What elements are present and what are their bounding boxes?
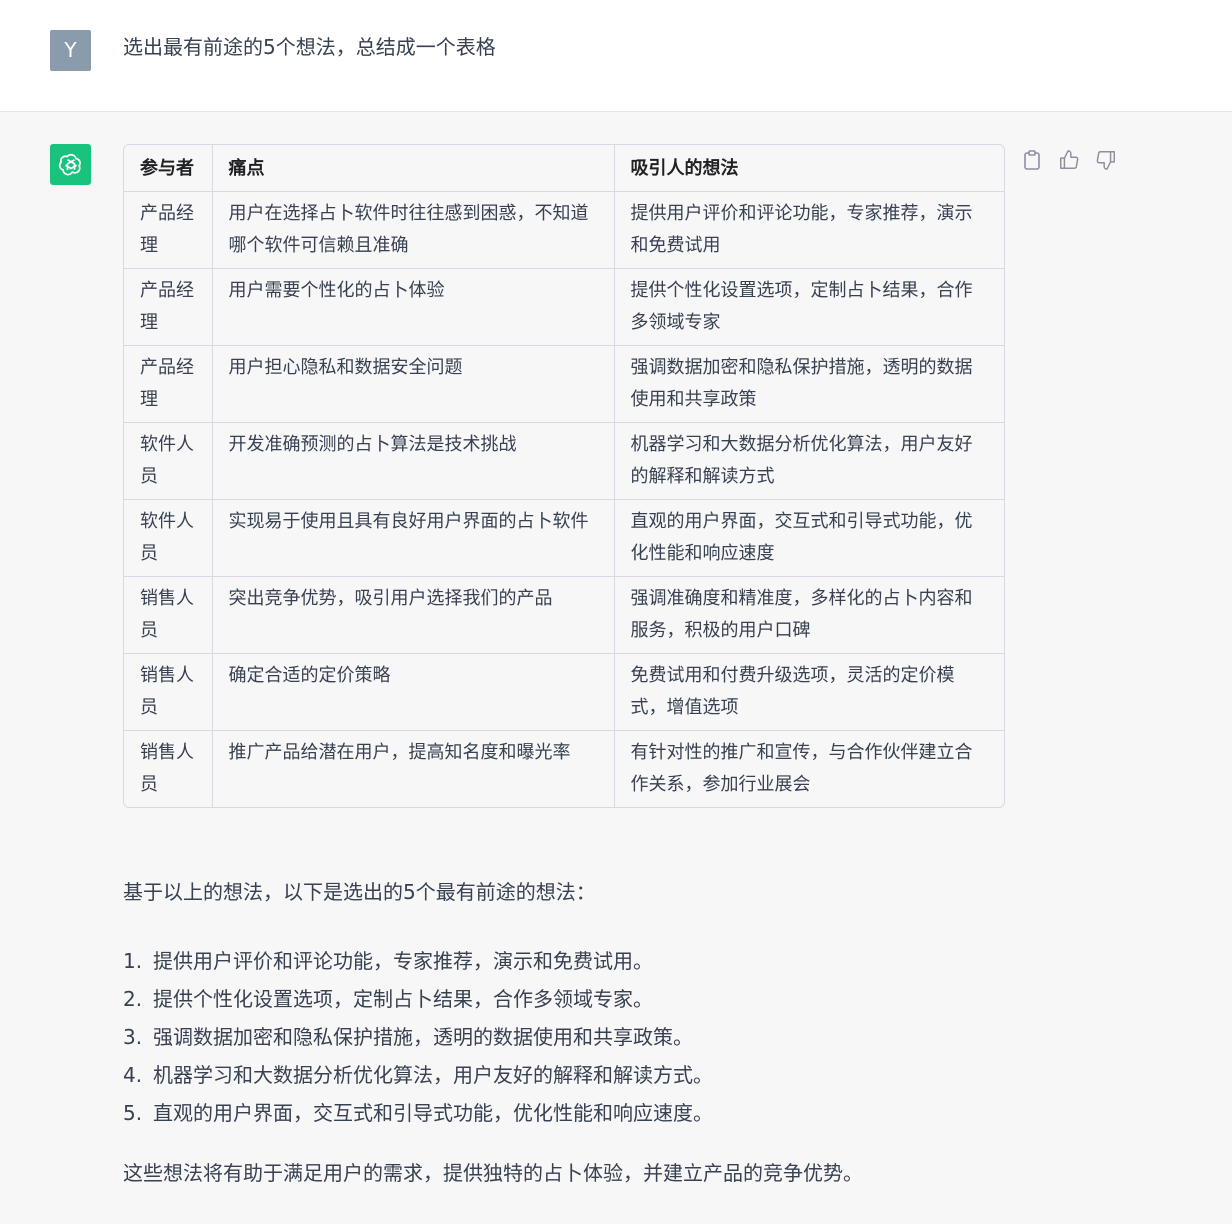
table-cell: 用户担心隐私和数据安全问题 (212, 345, 615, 423)
table-row: 销售人员 突出竞争优势，吸引用户选择我们的产品 强调准确度和精准度，多样化的占卜… (124, 576, 1004, 654)
table-header-row: 参与者 痛点 吸引人的想法 (124, 145, 1004, 192)
list-item-number: 3. (123, 1025, 143, 1049)
table-row: 软件人员 实现易于使用且具有良好用户界面的占卜软件 直观的用户界面，交互式和引导… (124, 499, 1004, 577)
list-item-number: 1. (123, 949, 143, 973)
table-cell: 用户需要个性化的占卜体验 (212, 268, 615, 346)
table-cell: 提供个性化设置选项，定制占卜结果，合作多领域专家 (614, 268, 1004, 346)
table-cell: 免费试用和付费升级选项，灵活的定价模式，增值选项 (614, 653, 1004, 731)
table-cell: 直观的用户界面，交互式和引导式功能，优化性能和响应速度 (614, 499, 1004, 577)
list-item: 5. 直观的用户界面，交互式和引导式功能，优化性能和响应速度。 (123, 1094, 713, 1132)
table-header-cell: 痛点 (212, 145, 615, 192)
list-item-text: 提供个性化设置选项，定制占卜结果，合作多领域专家。 (153, 987, 653, 1011)
table-row: 产品经理 用户在选择占卜软件时往往感到困惑，不知道哪个软件可信赖且准确 提供用户… (124, 191, 1004, 269)
assistant-avatar (50, 144, 91, 185)
table-cell: 提供用户评价和评论功能，专家推荐，演示和免费试用 (614, 191, 1004, 269)
table-header-cell: 吸引人的想法 (614, 145, 1004, 192)
list-item: 2. 提供个性化设置选项，定制占卜结果，合作多领域专家。 (123, 980, 713, 1018)
table-cell: 销售人员 (124, 653, 213, 731)
table-cell: 确定合适的定价策略 (212, 653, 615, 731)
table-cell: 强调准确度和精准度，多样化的占卜内容和服务，积极的用户口碑 (614, 576, 1004, 654)
conclusion-paragraph: 这些想法将有助于满足用户的需求，提供独特的占卜体验，并建立产品的竞争优势。 (123, 1161, 863, 1185)
table-cell: 机器学习和大数据分析优化算法，用户友好的解释和解读方式 (614, 422, 1004, 500)
user-message-row: Y 选出最有前途的5个想法，总结成一个表格 (0, 0, 1232, 112)
list-item-text: 机器学习和大数据分析优化算法，用户友好的解释和解读方式。 (153, 1063, 713, 1087)
message-actions (1020, 148, 1118, 172)
list-item-number: 4. (123, 1063, 143, 1087)
list-item-number: 5. (123, 1101, 143, 1125)
list-item: 1. 提供用户评价和评论功能，专家推荐，演示和免费试用。 (123, 942, 713, 980)
copy-icon[interactable] (1020, 148, 1044, 172)
table-cell: 强调数据加密和隐私保护措施，透明的数据使用和共享政策 (614, 345, 1004, 423)
table-row: 销售人员 推广产品给潜在用户，提高知名度和曝光率 有针对性的推广和宣传，与合作伙… (124, 730, 1004, 807)
user-avatar: Y (50, 30, 91, 71)
list-item-text: 直观的用户界面，交互式和引导式功能，优化性能和响应速度。 (153, 1101, 713, 1125)
list-item-number: 2. (123, 987, 143, 1011)
table-cell: 用户在选择占卜软件时往往感到困惑，不知道哪个软件可信赖且准确 (212, 191, 615, 269)
table-row: 产品经理 用户需要个性化的占卜体验 提供个性化设置选项，定制占卜结果，合作多领域… (124, 268, 1004, 346)
list-item-text: 强调数据加密和隐私保护措施，透明的数据使用和共享政策。 (153, 1025, 693, 1049)
table-cell: 销售人员 (124, 730, 213, 807)
table-cell: 突出竞争优势，吸引用户选择我们的产品 (212, 576, 615, 654)
openai-logo-icon (58, 153, 81, 175)
intro-paragraph: 基于以上的想法，以下是选出的5个最有前途的想法： (123, 880, 596, 904)
table-cell: 有针对性的推广和宣传，与合作伙伴建立合作关系，参加行业展会 (630, 742, 973, 795)
table-cell: 软件人员 (124, 499, 213, 577)
ideas-list: 1. 提供用户评价和评论功能，专家推荐，演示和免费试用。 2. 提供个性化设置选… (123, 942, 713, 1132)
table-cell: 开发准确预测的占卜算法是技术挑战 (212, 422, 615, 500)
table-cell: 销售人员 (124, 576, 213, 654)
list-item: 3. 强调数据加密和隐私保护措施，透明的数据使用和共享政策。 (123, 1018, 713, 1056)
thumbs-down-icon[interactable] (1094, 148, 1118, 172)
table-row: 销售人员 确定合适的定价策略 免费试用和付费升级选项，灵活的定价模式，增值选项 (124, 653, 1004, 731)
table-cell: 产品经理 (124, 191, 213, 269)
assistant-message-row: 参与者 痛点 吸引人的想法 产品经理 用户在选择占卜软件时往往感到困惑，不知道哪… (0, 113, 1232, 1224)
table-row: 软件人员 开发准确预测的占卜算法是技术挑战 机器学习和大数据分析优化算法，用户友… (124, 422, 1004, 500)
table-cell: 实现易于使用且具有良好用户界面的占卜软件 (212, 499, 615, 577)
table-cell: 推广产品给潜在用户，提高知名度和曝光率 (212, 730, 615, 807)
user-message-text: 选出最有前途的5个想法，总结成一个表格 (123, 35, 496, 59)
list-item-text: 提供用户评价和评论功能，专家推荐，演示和免费试用。 (153, 949, 653, 973)
thumbs-up-icon[interactable] (1057, 148, 1081, 172)
table-header-cell: 参与者 (124, 145, 213, 192)
list-item: 4. 机器学习和大数据分析优化算法，用户友好的解释和解读方式。 (123, 1056, 713, 1094)
ideas-table: 参与者 痛点 吸引人的想法 产品经理 用户在选择占卜软件时往往感到困惑，不知道哪… (123, 144, 1005, 808)
table-cell: 软件人员 (124, 422, 213, 500)
table-cell: 产品经理 (124, 345, 213, 423)
table-row: 产品经理 用户担心隐私和数据安全问题 强调数据加密和隐私保护措施，透明的数据使用… (124, 345, 1004, 423)
table-cell: 产品经理 (124, 268, 213, 346)
